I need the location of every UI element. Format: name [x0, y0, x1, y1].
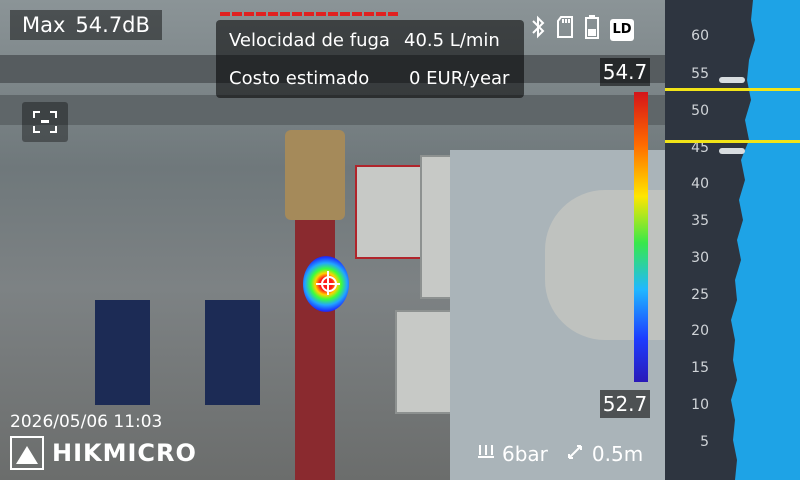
measurement-settings: 6bar 0.5m [476, 442, 643, 466]
tick-label: 25 [691, 287, 709, 303]
color-scale-bar [634, 92, 648, 382]
beam [0, 95, 665, 125]
blue-cabinet [95, 300, 150, 405]
tick-label: 10 [691, 397, 709, 413]
level-bar [220, 12, 400, 16]
tick-label: 60 [691, 28, 709, 44]
tick-label: 20 [691, 323, 709, 339]
lower-threshold-line[interactable] [665, 140, 800, 143]
status-icons: LD [530, 14, 634, 45]
frequency-spectrum-panel[interactable]: 60 55 50 45 40 35 30 25 20 15 10 5 [665, 0, 800, 480]
ld-badge[interactable]: LD [610, 18, 634, 41]
brass-valve [285, 130, 345, 220]
tick-label: 40 [691, 176, 709, 192]
cost-row: Costo estimado 0 EUR/year [229, 68, 519, 89]
camera-screen: Max 54.7dB Velocidad de fuga 40.5 L/min … [0, 0, 800, 480]
red-hose [295, 180, 335, 480]
lower-threshold-handle[interactable] [719, 148, 745, 154]
max-label: Max [22, 13, 66, 37]
tick-label: 5 [700, 434, 709, 450]
brand-name: HIKMICRO [52, 439, 197, 467]
distance-icon [566, 443, 586, 465]
distance-setting[interactable]: 0.5m [566, 442, 643, 466]
hikmicro-logo-icon [10, 436, 44, 470]
scale-min: 52.7 [600, 390, 650, 418]
upper-threshold-line[interactable] [665, 88, 800, 91]
leak-info-panel: Velocidad de fuga 40.5 L/min Costo estim… [216, 20, 524, 98]
blue-cabinet [205, 300, 260, 405]
cost-value: 0 EUR/year [409, 68, 510, 89]
pressure-value: 6bar [502, 442, 548, 466]
pressure-icon [476, 443, 496, 465]
fullscreen-icon [33, 111, 57, 133]
upper-threshold-handle[interactable] [719, 77, 745, 83]
pressure-setting[interactable]: 6bar [476, 442, 548, 466]
brand: HIKMICRO [10, 436, 197, 470]
crosshair-v [327, 271, 329, 295]
tick-label: 55 [691, 66, 709, 82]
leak-rate-row: Velocidad de fuga 40.5 L/min [229, 30, 519, 51]
max-value: 54.7dB [75, 13, 150, 37]
cost-label: Costo estimado [229, 68, 370, 89]
battery-icon [584, 14, 600, 45]
datetime: 2026/05/06 11:03 [10, 412, 163, 432]
sd-card-icon [556, 15, 574, 44]
bluetooth-icon [530, 15, 546, 44]
fullscreen-button[interactable] [22, 102, 68, 142]
tick-label: 35 [691, 213, 709, 229]
spectrum-axis: 60 55 50 45 40 35 30 25 20 15 10 5 [665, 0, 735, 480]
leak-rate-label: Velocidad de fuga [229, 30, 390, 51]
distance-value: 0.5m [591, 442, 644, 466]
leak-rate-value: 40.5 L/min [404, 30, 500, 51]
scale-max: 54.7 [600, 58, 650, 86]
red-junction-box [355, 165, 429, 259]
tick-label: 30 [691, 250, 709, 266]
tick-label: 15 [691, 360, 709, 376]
spectrum-fill [731, 0, 800, 480]
tick-label: 50 [691, 103, 709, 119]
max-readout: Max 54.7dB [10, 10, 162, 40]
